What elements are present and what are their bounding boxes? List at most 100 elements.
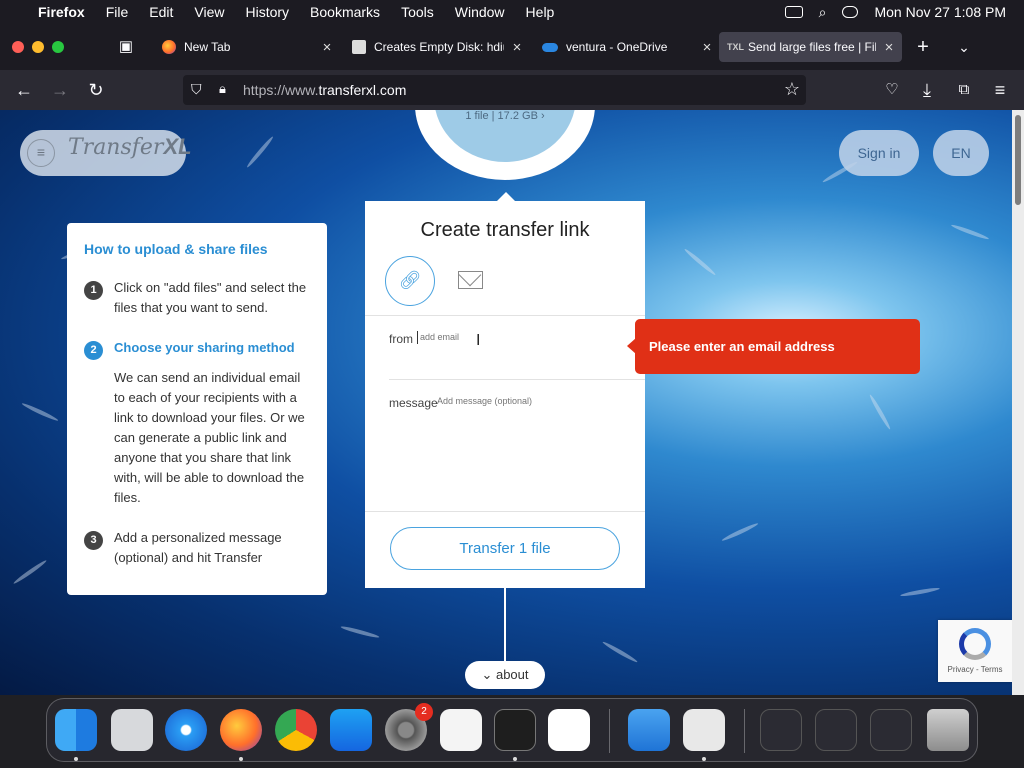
list-all-tabs-icon[interactable]: ⌄ xyxy=(952,35,976,59)
search-icon[interactable]: ⌕ xyxy=(819,4,827,21)
close-tab-icon[interactable]: × xyxy=(504,39,530,56)
running-indicator xyxy=(702,757,706,761)
card-notch xyxy=(497,192,515,201)
reload-icon[interactable]: ↻ xyxy=(84,78,108,102)
vscode-icon[interactable] xyxy=(548,709,590,751)
message-input[interactable] xyxy=(437,396,627,406)
recaptcha-badge[interactable]: Privacy - Terms xyxy=(938,620,1012,682)
page-content: ≡ TransferXL 1 file | 17.2 GB › Sign in … xyxy=(0,110,1012,695)
firefox-icon xyxy=(162,40,176,54)
hamburger-menu-icon[interactable]: ≡ xyxy=(27,139,55,167)
menu-file[interactable]: File xyxy=(106,4,129,20)
language-button[interactable]: EN xyxy=(933,130,989,176)
transfer-card: Create transfer link 🔗︎ from message Tra… xyxy=(365,201,645,588)
menu-edit[interactable]: Edit xyxy=(149,4,173,20)
tab-title: Creates Empty Disk: hdiu xyxy=(374,40,504,54)
divider xyxy=(365,511,645,512)
minimized-window-icon[interactable] xyxy=(760,709,802,751)
clock[interactable]: Mon Nov 27 1:08 PM xyxy=(874,4,1006,20)
menu-app-name[interactable]: Firefox xyxy=(38,4,85,20)
terminal-icon[interactable] xyxy=(494,709,536,751)
close-tab-icon[interactable]: × xyxy=(314,39,340,56)
textedit-icon[interactable] xyxy=(440,709,482,751)
chrome-icon[interactable] xyxy=(275,709,317,751)
page-scrollbar[interactable] xyxy=(1012,110,1024,695)
tab-title: New Tab xyxy=(184,40,231,54)
disk-utility-icon[interactable] xyxy=(683,709,725,751)
about-button[interactable]: ⌄ about xyxy=(465,661,545,689)
navigation-bar: ← → ↻ ⛉ 🔒︎ https://www.transferxl.com ☆ … xyxy=(0,70,1024,110)
running-indicator xyxy=(74,757,78,761)
scrollbar-thumb[interactable] xyxy=(1015,115,1021,205)
menu-help[interactable]: Help xyxy=(526,4,555,20)
menu-bookmarks[interactable]: Bookmarks xyxy=(310,4,380,20)
recaptcha-terms[interactable]: Privacy - Terms xyxy=(938,665,1012,674)
pocket-icon[interactable]: ♡ xyxy=(880,78,904,102)
minimize-window-button[interactable] xyxy=(32,41,44,53)
how-to-title: How to upload & share files xyxy=(84,241,268,257)
step-text: We can send an individual email to each … xyxy=(114,370,305,505)
forward-icon[interactable]: → xyxy=(48,78,72,102)
menu-window[interactable]: Window xyxy=(455,4,505,20)
dock: 2 xyxy=(46,698,978,762)
zoom-window-button[interactable] xyxy=(52,41,64,53)
firefox-dock-icon[interactable] xyxy=(220,709,262,751)
url-domain: transferxl.com xyxy=(318,82,407,98)
close-tab-icon[interactable]: × xyxy=(694,39,720,56)
transfer-button[interactable]: Transfer 1 file xyxy=(390,527,620,570)
menu-view[interactable]: View xyxy=(194,4,224,20)
menu-icon[interactable]: ≡ xyxy=(988,78,1012,102)
tab-transferxl[interactable]: TXL Send large files free | File × xyxy=(719,32,902,62)
onedrive-icon xyxy=(542,42,558,52)
minimized-window-icon[interactable] xyxy=(870,709,912,751)
url-bar[interactable]: ⛉ 🔒︎ https://www.transferxl.com ☆ xyxy=(183,75,806,105)
back-icon[interactable]: ← xyxy=(12,78,36,102)
tab-onedrive[interactable]: ventura - OneDrive × xyxy=(530,32,720,62)
close-window-button[interactable] xyxy=(12,41,24,53)
recaptcha-icon xyxy=(959,628,991,660)
divider xyxy=(389,379,645,380)
launchpad-icon[interactable] xyxy=(111,709,153,751)
weather-icon[interactable] xyxy=(628,709,670,751)
tab-title: Send large files free | File xyxy=(748,40,876,54)
transferxl-logo[interactable]: TransferXL xyxy=(68,134,192,160)
tab-strip: ▣ New Tab × Creates Empty Disk: hdiu × v… xyxy=(0,24,1024,70)
display-icon[interactable] xyxy=(784,6,803,18)
menu-tools[interactable]: Tools xyxy=(401,4,434,20)
step-title-active: Choose your sharing method xyxy=(114,340,295,355)
email-icon[interactable] xyxy=(458,271,483,289)
control-center-icon[interactable] xyxy=(842,6,859,18)
how-to-panel: How to upload & share files 1 Click on "… xyxy=(67,223,327,595)
lock-icon[interactable]: 🔒︎ xyxy=(219,81,226,97)
tab-title: ventura - OneDrive xyxy=(566,40,668,54)
email-error-tooltip: Please enter an email address xyxy=(635,319,920,374)
menu-bar: Firefox File Edit View History Bookmarks… xyxy=(0,0,1024,24)
safari-icon[interactable] xyxy=(165,709,207,751)
tab-github[interactable]: Creates Empty Disk: hdiu × xyxy=(340,32,530,62)
step-number: 3 xyxy=(84,531,103,550)
bookmark-star-icon[interactable]: ☆ xyxy=(784,79,800,100)
extensions-icon[interactable]: ⧉ xyxy=(952,78,976,102)
transferxl-icon: TXL xyxy=(727,42,744,52)
trash-icon[interactable] xyxy=(927,709,969,751)
link-icon[interactable]: 🔗︎ xyxy=(385,256,435,306)
shield-icon[interactable]: ⛉ xyxy=(191,81,202,98)
tab-groups-icon[interactable]: ▣ xyxy=(114,35,138,59)
close-tab-icon[interactable]: × xyxy=(876,39,902,56)
minimized-window-icon[interactable] xyxy=(815,709,857,751)
message-label: message xyxy=(389,396,438,410)
connector-line xyxy=(504,588,506,668)
tab-new-tab[interactable]: New Tab × xyxy=(150,32,340,62)
url-text[interactable]: https://www.transferxl.com xyxy=(243,75,406,105)
url-prefix: https://www. xyxy=(243,82,319,98)
files-info[interactable]: 1 file | 17.2 GB › xyxy=(434,110,576,122)
downloads-icon[interactable]: ⤓ xyxy=(915,78,939,102)
from-email-input[interactable] xyxy=(420,332,620,342)
settings-badge: 2 xyxy=(415,703,433,721)
finder-icon[interactable] xyxy=(55,709,97,751)
divider xyxy=(365,315,645,316)
sign-in-button[interactable]: Sign in xyxy=(839,130,919,176)
new-tab-icon[interactable]: + xyxy=(911,35,935,59)
menu-history[interactable]: History xyxy=(245,4,289,20)
app-store-icon[interactable] xyxy=(330,709,372,751)
